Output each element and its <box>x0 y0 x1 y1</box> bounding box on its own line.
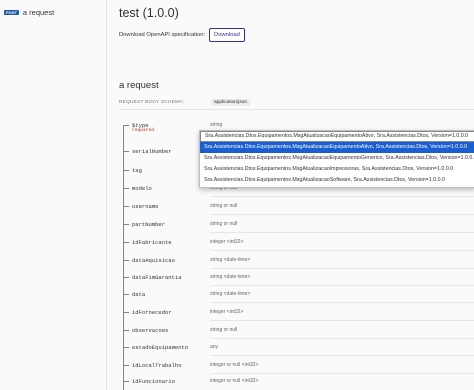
property-name: modelo <box>123 185 203 192</box>
download-label: Download OpenAPI specification: <box>119 32 206 38</box>
row-divider <box>210 285 474 286</box>
oneof-option-impressoras[interactable]: Sra.Assistencias.Dtos.Equipamentos.MsgAt… <box>200 164 474 175</box>
row-divider <box>210 250 474 251</box>
type-oneof-dropdown[interactable]: Sra.Assistencias.Dtos.Equipamentos.MsgAt… <box>199 130 474 188</box>
sidebar-item-a-request[interactable]: POST a request <box>4 8 54 17</box>
api-title: test (1.0.0) <box>119 6 179 20</box>
row-divider <box>210 355 474 356</box>
schema-label: REQUEST BODY SCHEMA: <box>119 100 185 105</box>
property-name: data <box>123 291 203 298</box>
property-name: idFornecedor <box>123 309 203 316</box>
row-divider <box>210 373 474 374</box>
oneof-option-software[interactable]: Sra.Assistencias.Dtos.Equipamentos.MsgAt… <box>200 175 474 186</box>
property-name: idLocalTrabalho <box>123 362 203 369</box>
main-content: test (1.0.0) Download OpenAPI specificat… <box>107 0 474 390</box>
row-divider <box>210 302 474 303</box>
sidebar-item-label: a request <box>22 8 55 17</box>
row-divider <box>210 338 474 339</box>
property-type: string <date-time> <box>210 274 251 280</box>
row-divider <box>210 214 474 215</box>
content-type-tag: application/json <box>211 99 251 106</box>
property-type: integer or null <int32> <box>210 362 259 368</box>
download-button[interactable]: Download <box>209 28 245 42</box>
property-name: observacoes <box>123 327 203 334</box>
property-name: idFabricante <box>123 239 203 246</box>
property-type: any <box>210 344 219 350</box>
property-type: integer or null <int32> <box>210 378 259 384</box>
property-name: tag <box>123 167 203 174</box>
property-type: string <date-time> <box>210 291 251 297</box>
row-divider <box>210 320 474 321</box>
property-name: idFuncionario <box>123 378 203 385</box>
row-divider <box>210 268 474 269</box>
property-name: dataAquisicao <box>123 257 203 264</box>
property-name: dataFimGarantia <box>123 274 203 281</box>
row-divider <box>210 196 474 197</box>
property-name: partNumber <box>123 221 203 228</box>
property-type: string or null <box>210 203 238 209</box>
property-name: serialNumber <box>123 148 203 155</box>
property-name: estadoEquipamento <box>123 344 203 351</box>
required-label: required <box>132 128 155 133</box>
sidebar: POST a request <box>0 0 107 390</box>
property-type: string <date-time> <box>210 257 251 263</box>
property-type: string <box>210 122 223 128</box>
property-type: string or null <box>210 327 238 333</box>
post-method-badge: POST <box>4 10 19 15</box>
oneof-current-selection[interactable]: Sra.Assistencias.Dtos.Equipamentos.MsgAt… <box>200 131 474 142</box>
operation-title: a request <box>119 80 159 91</box>
oneof-option-generico[interactable]: Sra.Assistencias.Dtos.Equipamentos.MsgAt… <box>200 153 474 164</box>
property-type: string or null <box>210 221 238 227</box>
property-type: integer <int32> <box>210 309 244 315</box>
download-row: Download OpenAPI specification: Download <box>119 28 245 42</box>
request-body-schema-header: REQUEST BODY SCHEMA: application/json <box>119 99 474 110</box>
property-type: integer <int32> <box>210 239 244 245</box>
row-divider <box>210 232 474 233</box>
oneof-option-ativo[interactable]: Sra.Assistencias.Dtos.Equipamentos.MsgAt… <box>200 142 474 153</box>
property-name: username <box>123 203 203 210</box>
